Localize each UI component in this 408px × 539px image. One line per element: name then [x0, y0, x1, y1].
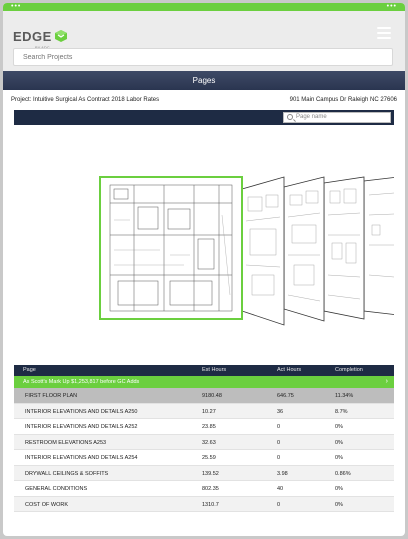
project-title: Intuitive Surgical As Contract 2018 Labo… — [33, 97, 160, 103]
cell-page: INTERIOR ELEVATIONS AND DETAILS A250 — [25, 408, 138, 415]
cell-act-hours: 0 — [277, 501, 281, 508]
table-row[interactable]: INTERIOR ELEVATIONS AND DETAILS A254 25.5… — [14, 450, 394, 466]
table-body: FIRST FLOOR PLAN 9180.48 646.75 11.34% INTER… — [14, 388, 394, 512]
project-info: Project: Intuitive Surgical As Contract … — [11, 97, 397, 107]
column-header-act-hours[interactable]: Act Hours — [277, 367, 301, 373]
page-thumbnail-3[interactable] — [323, 176, 365, 320]
page-carousel-graphic — [99, 176, 394, 326]
cell-act-hours: 36 — [277, 408, 284, 415]
table-header: Page Est Hours Act Hours Completion — [14, 365, 394, 376]
table-row[interactable]: INTERIOR ELEVATIONS AND DETAILS A252 23.8… — [14, 419, 394, 435]
cell-completion: 8.7% — [335, 408, 348, 415]
page-thumbnail-4[interactable] — [363, 177, 394, 315]
cell-page: DRYWALL CEILINGS & SOFFITS — [25, 470, 109, 477]
cell-est-hours: 10.27 — [202, 408, 216, 415]
page-thumbnail-1[interactable] — [241, 176, 285, 326]
search-projects-input[interactable] — [13, 48, 393, 66]
cell-est-hours: 802.35 — [202, 486, 219, 492]
column-header-page[interactable]: Page — [23, 367, 36, 373]
table-row[interactable]: RESTROOM ELEVATIONS A253 32.63 0 0% — [14, 434, 394, 450]
logo-cube-icon — [54, 30, 67, 42]
pages-table: Page Est Hours Act Hours Completion As S… — [14, 365, 394, 512]
chevron-right-icon: › — [385, 378, 388, 385]
search-icon — [287, 114, 293, 120]
cell-est-hours: 32.63 — [202, 439, 216, 446]
menu-icon[interactable] — [377, 27, 391, 39]
page-title: Pages — [3, 71, 405, 90]
cell-completion: 0% — [335, 424, 343, 430]
page-name-placeholder: Page name — [296, 114, 327, 120]
cell-act-hours: 0 — [277, 455, 281, 461]
project-label: Project: — [11, 97, 32, 103]
cell-est-hours: 9180.48 — [202, 393, 222, 399]
cell-act-hours: 40 — [277, 486, 284, 492]
cell-page: GENERAL CONDITIONS — [25, 486, 88, 492]
table-row[interactable]: COST OF WORK 1310.7 0 0% — [14, 496, 394, 512]
cell-completion: 0% — [335, 439, 343, 446]
cell-est-hours: 139.52 — [202, 470, 219, 477]
column-header-completion[interactable]: Completion — [335, 367, 363, 373]
cell-est-hours: 1310.7 — [202, 501, 219, 508]
cell-page: FIRST FLOOR PLAN — [25, 393, 78, 399]
table-row[interactable]: INTERIOR ELEVATIONS AND DETAILS A250 10.2… — [14, 403, 394, 419]
page-name-search[interactable]: Page name — [283, 112, 391, 123]
cell-completion: 0.86% — [335, 470, 351, 477]
selected-page-thumbnail[interactable] — [99, 176, 243, 320]
cell-act-hours: 646.75 — [277, 393, 294, 399]
logo-text: EDGE — [13, 28, 52, 44]
status-dots-right: ••• — [386, 3, 397, 10]
table-row[interactable]: FIRST FLOOR PLAN 9180.48 646.75 11.34% — [14, 388, 394, 404]
column-header-est-hours[interactable]: Est Hours — [202, 367, 226, 373]
cell-completion: 0% — [335, 486, 343, 492]
cell-page: COST OF WORK — [25, 501, 68, 508]
tablet-screen: ••• ••• EDGE BY ADC Pages Project: Intui… — [3, 3, 405, 536]
project-address: 901 Main Campus Dr Raleigh NC 27606 — [289, 97, 397, 103]
cell-act-hours: 3.98 — [277, 470, 288, 477]
project-name: Project: Intuitive Surgical As Contract … — [11, 97, 159, 103]
cell-page: RESTROOM ELEVATIONS A253 — [25, 439, 107, 446]
cell-page: INTERIOR ELEVATIONS AND DETAILS A252 — [25, 424, 138, 430]
device-frame: ••• ••• EDGE BY ADC Pages Project: Intui… — [0, 0, 408, 539]
table-row[interactable]: DRYWALL CEILINGS & SOFFITS 139.52 3.98 0.86… — [14, 465, 394, 481]
cell-completion: 11.34% — [335, 393, 354, 399]
cell-page: INTERIOR ELEVATIONS AND DETAILS A254 — [25, 455, 138, 461]
group-row[interactable]: As Scott's Mark Up $1,253,817 before GC … — [14, 376, 394, 388]
status-bar: ••• ••• — [3, 3, 405, 11]
top-bar: EDGE BY ADC — [3, 11, 405, 71]
cell-completion: 0% — [335, 501, 343, 508]
table-row[interactable]: GENERAL CONDITIONS 802.35 40 0% — [14, 481, 394, 497]
page-thumbnail-2[interactable] — [283, 176, 325, 322]
cell-est-hours: 23.85 — [202, 424, 216, 430]
status-dots-left: ••• — [11, 3, 22, 10]
cell-est-hours: 25.59 — [202, 455, 216, 461]
viewer-header: Page name — [14, 110, 394, 125]
page-carousel[interactable] — [14, 125, 394, 363]
app-logo: EDGE — [13, 27, 68, 45]
cell-act-hours: 0 — [277, 424, 281, 430]
cell-completion: 0% — [335, 455, 343, 461]
cell-act-hours: 0 — [277, 439, 281, 446]
group-label: As Scott's Mark Up $1,253,817 before GC … — [23, 379, 140, 385]
